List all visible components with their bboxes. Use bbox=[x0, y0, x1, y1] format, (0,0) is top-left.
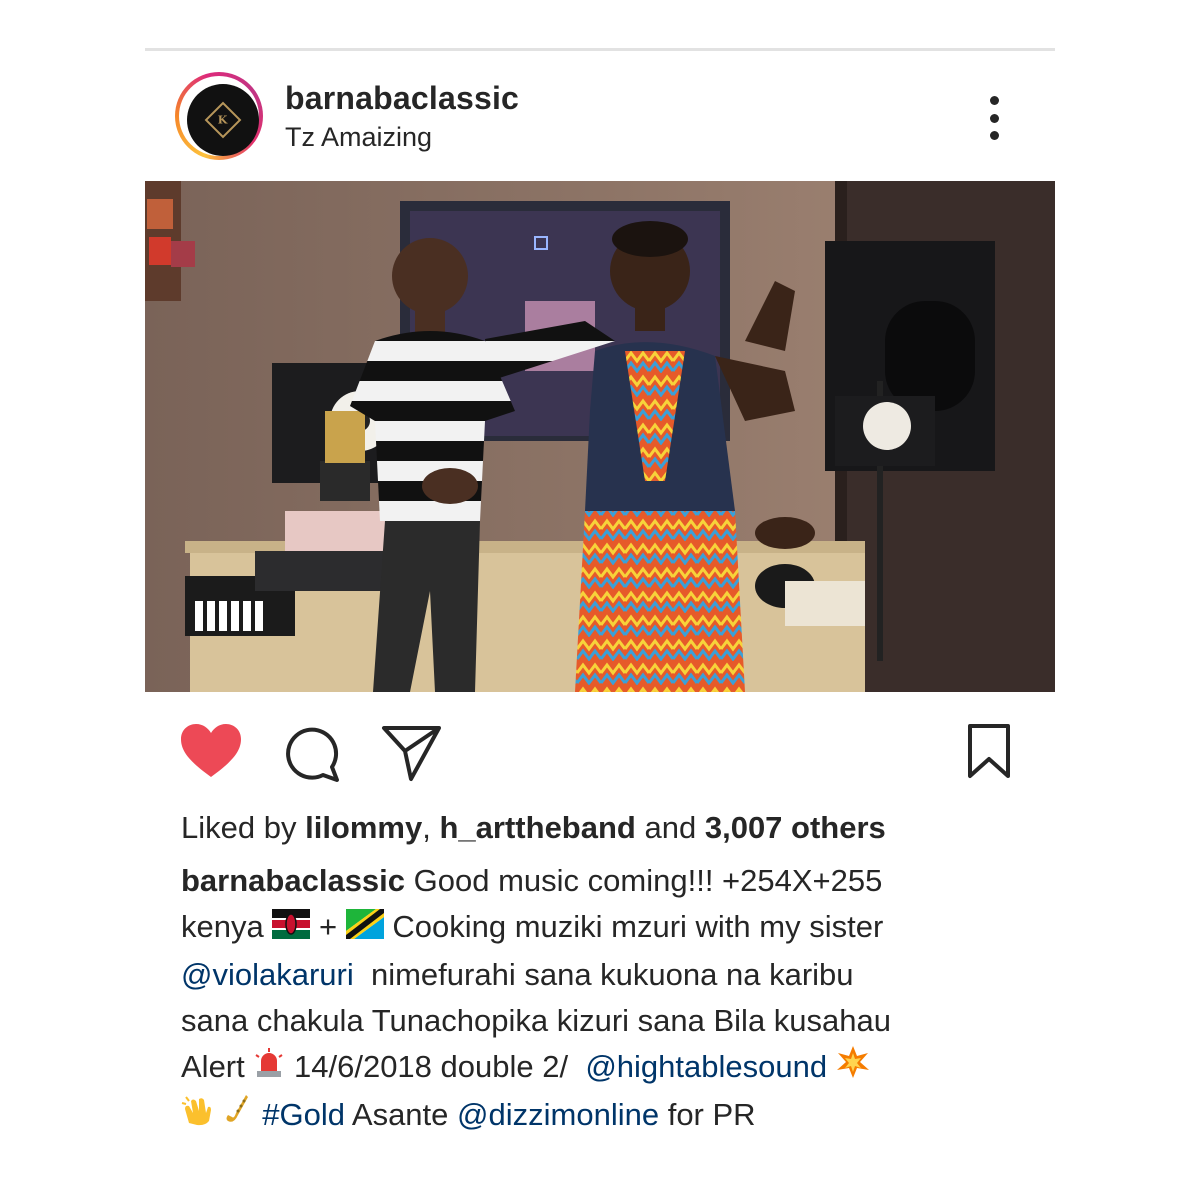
mention-link[interactable]: @violakaruri bbox=[181, 957, 354, 992]
caption-author[interactable]: barnabaclassic bbox=[181, 863, 405, 898]
likes-summary[interactable]: Liked by lilommy, h_arttheband and 3,007… bbox=[181, 810, 886, 846]
post-caption: barnabaclassic Good music coming!!! +254… bbox=[181, 858, 1011, 1140]
siren-icon bbox=[253, 1046, 285, 1092]
bookmark-icon[interactable] bbox=[967, 723, 1011, 784]
post-photo[interactable] bbox=[145, 181, 1055, 692]
likes-count[interactable]: 3,007 others bbox=[705, 810, 886, 845]
saxophone-icon bbox=[224, 1093, 254, 1140]
more-options-icon[interactable] bbox=[983, 96, 1005, 140]
story-ring[interactable]: K bbox=[175, 72, 263, 160]
send-icon[interactable] bbox=[381, 725, 443, 788]
post-username[interactable]: barnabaclassic bbox=[285, 80, 519, 117]
heart-filled-icon[interactable] bbox=[179, 723, 243, 784]
liker-username[interactable]: lilommy bbox=[305, 810, 422, 845]
top-divider bbox=[145, 48, 1055, 51]
mention-link[interactable]: @dizzimonline bbox=[457, 1097, 659, 1132]
post-header: K barnabaclassic Tz Amaizing bbox=[175, 72, 1055, 162]
mention-link[interactable]: @hightablesound bbox=[585, 1049, 827, 1084]
liker-username[interactable]: h_arttheband bbox=[440, 810, 636, 845]
avatar-logo: K bbox=[204, 101, 242, 139]
comment-icon[interactable] bbox=[283, 725, 343, 788]
clapping-hands-icon bbox=[181, 1093, 215, 1140]
hashtag-link[interactable]: #Gold bbox=[262, 1097, 345, 1132]
action-bar bbox=[145, 715, 1055, 785]
kenya-flag-icon bbox=[272, 906, 311, 952]
tanzania-flag-icon bbox=[345, 906, 384, 952]
post-location[interactable]: Tz Amaizing bbox=[285, 122, 432, 153]
avatar[interactable]: K bbox=[187, 84, 259, 156]
collision-icon bbox=[836, 1045, 870, 1092]
